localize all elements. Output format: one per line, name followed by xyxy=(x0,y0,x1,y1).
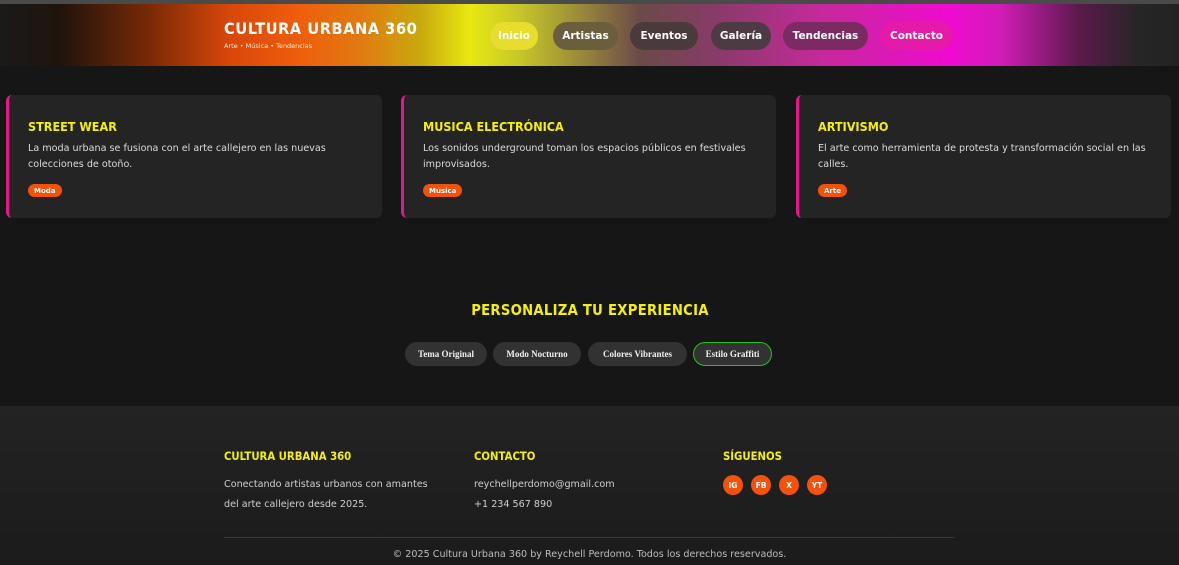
youtube-icon[interactable]: YT xyxy=(807,475,827,495)
card-tag[interactable]: Música xyxy=(423,184,463,197)
nav-eventos[interactable]: Eventos xyxy=(630,22,698,50)
nav-galeria[interactable]: Galería xyxy=(711,22,771,50)
footer-about-line1: Conectando artistas urbanos con amantes xyxy=(224,479,428,490)
card-text: El arte como herramienta de protesta y t… xyxy=(818,143,1146,170)
card-street-wear[interactable]: STREET WEAR La moda urbana se fusiona co… xyxy=(6,95,382,218)
card-text: La moda urbana se fusiona con el arte ca… xyxy=(28,143,326,170)
brand[interactable]: CULTURA URBANA 360 Arte • Música • Tende… xyxy=(224,19,434,51)
card-musica-electronica[interactable]: MUSICA ELECTRÓNICA Los sonidos undergrou… xyxy=(401,95,776,218)
facebook-icon[interactable]: FB xyxy=(751,475,771,495)
nav-inicio[interactable]: Inicio xyxy=(490,22,538,50)
theme-original-button[interactable]: Tema Original xyxy=(405,342,487,366)
footer-social-title: SÍGUENOS xyxy=(723,449,782,463)
site-header: CULTURA URBANA 360 Arte • Música • Tende… xyxy=(0,0,1179,66)
personaliza-title-text: PERSONALIZA TU EXPERIENCIA xyxy=(470,301,709,319)
footer-divider xyxy=(224,537,954,538)
theme-graffiti-button[interactable]: Estilo Graffiti xyxy=(693,342,772,366)
card-title: ARTIVISMO xyxy=(818,119,889,134)
card-title: MUSICA ELECTRÓNICA xyxy=(423,119,564,134)
footer-email-link[interactable]: reychellperdomo@gmail.com xyxy=(474,475,615,495)
personaliza-title: PERSONALIZA TU EXPERIENCIA xyxy=(0,301,1179,319)
card-text: Los sonidos underground toman los espaci… xyxy=(423,143,746,170)
nav-contacto[interactable]: Contacto xyxy=(880,22,953,50)
social-links: IG FB X YT xyxy=(723,475,827,495)
nav-artistas[interactable]: Artistas xyxy=(553,22,618,50)
theme-vibrantes-button[interactable]: Colores Vibrantes xyxy=(588,342,687,366)
brand-title: CULTURA URBANA 360 xyxy=(224,19,418,38)
card-tag[interactable]: Moda xyxy=(28,184,62,197)
footer-about-text: Conectando artistas urbanos con amantes … xyxy=(224,475,428,515)
instagram-icon[interactable]: IG xyxy=(723,475,743,495)
card-title: STREET WEAR xyxy=(28,119,117,134)
site-footer: CULTURA URBANA 360 Conectando artistas u… xyxy=(0,406,1179,565)
footer-contact-title: CONTACTO xyxy=(474,449,536,463)
footer-about-line2: del arte callejero desde 2025. xyxy=(224,499,368,510)
footer-copyright: © 2025 Cultura Urbana 360 by Reychell Pe… xyxy=(392,549,787,560)
footer-social: SÍGUENOS IG FB X YT xyxy=(723,449,827,495)
card-artivismo[interactable]: ARTIVISMO El arte como herramienta de pr… xyxy=(796,95,1171,218)
brand-subtitle: Arte • Música • Tendencias xyxy=(224,42,313,50)
nav-tendencias[interactable]: Tendencias xyxy=(783,22,868,50)
footer-contact-text: reychellperdomo@gmail.com +1 234 567 890 xyxy=(474,475,615,515)
footer-contact: CONTACTO reychellperdomo@gmail.com +1 23… xyxy=(474,449,615,515)
x-icon[interactable]: X xyxy=(779,475,799,495)
theme-nocturno-button[interactable]: Modo Nocturno xyxy=(493,342,581,366)
footer-about-title: CULTURA URBANA 360 xyxy=(224,449,352,463)
card-tag[interactable]: Arte xyxy=(818,184,847,197)
footer-phone: +1 234 567 890 xyxy=(474,499,553,510)
footer-about: CULTURA URBANA 360 Conectando artistas u… xyxy=(224,449,428,515)
